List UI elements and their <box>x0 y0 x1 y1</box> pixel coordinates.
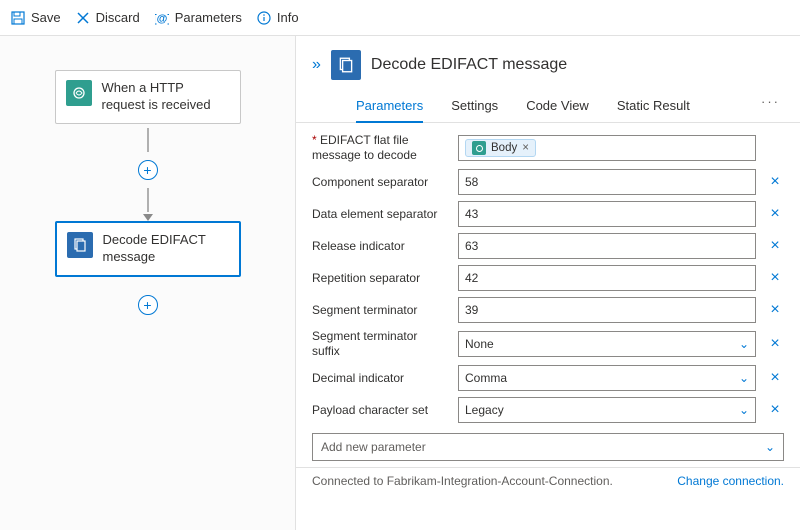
comp-sep-label: Component separator <box>312 175 448 190</box>
token-remove-icon[interactable]: × <box>522 142 529 154</box>
body-token-icon <box>472 141 486 155</box>
add-new-parameter[interactable]: Add new parameter ⌄ <box>312 433 784 461</box>
info-button[interactable]: Info <box>256 10 299 26</box>
decimal-select[interactable]: Comma⌄ <box>458 365 756 391</box>
chevron-down-icon: ⌄ <box>739 337 749 351</box>
connection-footer: Connected to Fabrikam-Integration-Accoun… <box>296 467 800 488</box>
parameters-form: * EDIFACT flat file message to decode Bo… <box>296 123 800 461</box>
decode-edifact-icon <box>67 232 93 258</box>
tab-more-button[interactable]: ··· <box>761 94 780 109</box>
tab-codeview[interactable]: Code View <box>526 90 589 122</box>
discard-icon <box>75 10 91 26</box>
parameters-icon: [@] <box>154 10 170 26</box>
add-step-button-1[interactable]: + <box>138 160 158 180</box>
data-sep-clear[interactable]: × <box>766 205 784 223</box>
change-connection-link[interactable]: Change connection. <box>677 474 784 488</box>
flatfile-input[interactable]: Body × <box>458 135 756 161</box>
tab-settings[interactable]: Settings <box>451 90 498 122</box>
details-panel: » Decode EDIFACT message Parameters Sett… <box>296 36 800 530</box>
flatfile-label: * EDIFACT flat file message to decode <box>312 133 448 163</box>
parameters-label: Parameters <box>175 10 242 25</box>
seg-term-input[interactable]: 39 <box>458 297 756 323</box>
node-decode-label: Decode EDIFACT message <box>103 232 229 266</box>
release-clear[interactable]: × <box>766 237 784 255</box>
seg-term-label: Segment terminator <box>312 303 448 318</box>
node-decode-edifact[interactable]: Decode EDIFACT message <box>55 221 241 277</box>
data-sep-input[interactable]: 43 <box>458 201 756 227</box>
discard-label: Discard <box>96 10 140 25</box>
svg-text:[@]: [@] <box>155 13 169 25</box>
seg-suffix-clear[interactable]: × <box>766 335 784 353</box>
save-button[interactable]: Save <box>10 10 61 26</box>
chevron-down-icon: ⌄ <box>739 403 749 417</box>
connector-line <box>147 188 149 212</box>
connector-line <box>147 128 149 152</box>
save-label: Save <box>31 10 61 25</box>
workflow-canvas[interactable]: When a HTTP request is received + Decode… <box>0 36 296 530</box>
decimal-label: Decimal indicator <box>312 371 448 386</box>
node-http-trigger[interactable]: When a HTTP request is received <box>55 70 241 124</box>
data-sep-label: Data element separator <box>312 207 448 222</box>
chevron-down-icon: ⌄ <box>765 440 775 454</box>
seg-suffix-label: Segment terminator suffix <box>312 329 448 359</box>
charset-select[interactable]: Legacy⌄ <box>458 397 756 423</box>
charset-label: Payload character set <box>312 403 448 418</box>
node-http-label: When a HTTP request is received <box>102 80 230 114</box>
info-label: Info <box>277 10 299 25</box>
chevron-down-icon: ⌄ <box>739 371 749 385</box>
parameters-button[interactable]: [@] Parameters <box>154 10 242 26</box>
tab-parameters[interactable]: Parameters <box>356 90 423 123</box>
add-step-button-2[interactable]: + <box>138 295 158 315</box>
comp-sep-clear[interactable]: × <box>766 173 784 191</box>
info-icon <box>256 10 272 26</box>
connection-status: Connected to Fabrikam-Integration-Accoun… <box>312 474 613 488</box>
connector-arrow-icon <box>143 214 153 221</box>
collapse-panel-button[interactable]: » <box>312 56 321 74</box>
release-label: Release indicator <box>312 239 448 254</box>
panel-title: Decode EDIFACT message <box>371 56 567 74</box>
comp-sep-input[interactable]: 58 <box>458 169 756 195</box>
body-token[interactable]: Body × <box>465 139 536 157</box>
seg-suffix-select[interactable]: None⌄ <box>458 331 756 357</box>
rep-sep-clear[interactable]: × <box>766 269 784 287</box>
http-trigger-icon <box>66 80 92 106</box>
tab-staticresult[interactable]: Static Result <box>617 90 690 122</box>
seg-term-clear[interactable]: × <box>766 301 784 319</box>
save-icon <box>10 10 26 26</box>
rep-sep-input[interactable]: 42 <box>458 265 756 291</box>
rep-sep-label: Repetition separator <box>312 271 448 286</box>
discard-button[interactable]: Discard <box>75 10 140 26</box>
release-input[interactable]: 63 <box>458 233 756 259</box>
panel-tabs: Parameters Settings Code View Static Res… <box>296 86 800 123</box>
toolbar: Save Discard [@] Parameters Info <box>0 0 800 36</box>
decimal-clear[interactable]: × <box>766 369 784 387</box>
panel-header-icon <box>331 50 361 80</box>
charset-clear[interactable]: × <box>766 401 784 419</box>
